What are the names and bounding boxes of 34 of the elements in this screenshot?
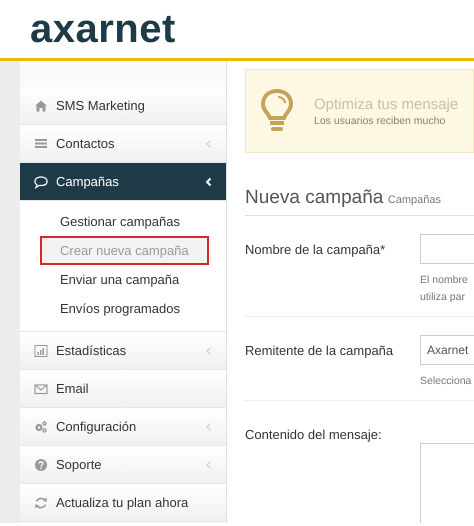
field-label: Contenido del mensaje: xyxy=(245,426,383,444)
sidebar-item[interactable]: Soporte xyxy=(20,446,226,484)
help-text: utiliza par xyxy=(420,290,466,305)
input-field[interactable] xyxy=(420,234,474,264)
help-icon xyxy=(34,458,48,472)
chat-icon xyxy=(34,174,48,188)
sidebar-item[interactable]: SMS Marketing xyxy=(20,87,226,125)
sidebar-item[interactable]: Configuración xyxy=(20,408,226,446)
alert-title: Optimiza tus mensaje xyxy=(314,96,458,112)
mail-icon xyxy=(34,382,48,396)
home-icon xyxy=(34,98,48,112)
sidebar-item[interactable]: Email xyxy=(20,370,226,408)
submenu-item[interactable]: Envíos programados xyxy=(40,294,200,323)
alert-text: Los usuarios reciben mucho xyxy=(314,114,446,126)
help-text: Selecciona xyxy=(420,374,472,389)
chart-icon xyxy=(34,344,48,358)
select-field[interactable]: Axarnet xyxy=(420,335,474,365)
page-subtitle: Campañas xyxy=(388,194,442,206)
refresh-icon xyxy=(34,496,48,510)
sidebar-item[interactable]: Contactos xyxy=(20,125,226,163)
sidebar-item[interactable]: Campañas xyxy=(20,163,226,201)
list-icon xyxy=(34,136,48,150)
page-title: Nueva campaña xyxy=(245,187,384,208)
submenu-item[interactable]: Enviar una campaña xyxy=(40,265,200,294)
help-text: El nombre xyxy=(420,273,469,288)
message-textarea[interactable] xyxy=(420,443,474,523)
sidebar-item[interactable]: Estadísticas xyxy=(20,332,226,370)
lightbulb-icon xyxy=(260,88,294,134)
submenu-item[interactable]: Gestionar campañas xyxy=(40,207,200,236)
field-label: Remitente de la campaña xyxy=(245,342,394,360)
gears-icon xyxy=(34,420,48,434)
logo: axarnet xyxy=(30,9,176,49)
sidebar-item[interactable]: Actualiza tu plan ahora xyxy=(20,484,226,522)
field-label: Nombre de la campaña* xyxy=(245,241,386,259)
